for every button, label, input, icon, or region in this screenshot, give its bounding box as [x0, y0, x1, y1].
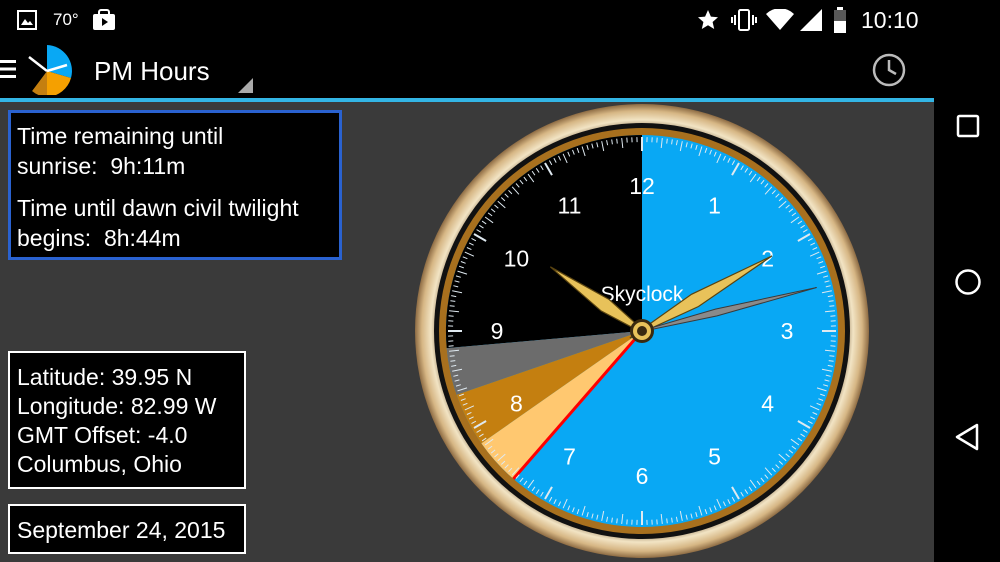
minute-tick: [616, 138, 618, 144]
minute-tick: [828, 360, 834, 362]
signal-icon: [800, 0, 822, 40]
hour-numeral: 11: [558, 192, 582, 218]
status-bar: 70° 10:10: [0, 0, 1000, 40]
status-time: 10:10: [861, 6, 919, 33]
home-icon[interactable]: [954, 268, 982, 301]
star-icon: [696, 0, 720, 40]
minute-tick: [671, 139, 673, 145]
hour-numeral: 12: [629, 173, 655, 199]
minute-tick: [666, 138, 668, 144]
skyclock-dial[interactable]: 121234567891011 Skyclock: [0, 102, 934, 562]
hour-numeral: 3: [781, 318, 794, 344]
clock-history-icon[interactable]: [872, 53, 906, 92]
hour-numeral: 8: [510, 391, 523, 417]
navigation-bar: [934, 40, 1000, 562]
content-area: Time remaining until sunrise: 9h:11m Tim…: [0, 102, 934, 562]
minute-tick: [828, 300, 834, 302]
minute-tick: [611, 517, 613, 523]
minute-tick: [666, 518, 668, 524]
back-icon[interactable]: [954, 423, 980, 456]
recents-icon[interactable]: [956, 114, 980, 143]
minute-tick: [829, 355, 835, 357]
hour-numeral: 9: [491, 318, 504, 344]
hour-numeral: 7: [563, 444, 576, 470]
hour-numeral: 4: [761, 391, 774, 417]
hour-numeral: 1: [708, 192, 721, 218]
hand-hub-center: [637, 326, 647, 336]
hour-numeral: 10: [504, 246, 530, 272]
minute-tick: [449, 355, 455, 357]
battery-icon: [833, 0, 847, 40]
hour-numeral: 5: [708, 444, 721, 470]
hour-numeral: 6: [636, 463, 649, 489]
minute-tick: [450, 300, 456, 302]
shopping-bag-icon: [92, 0, 116, 40]
minute-tick: [611, 139, 613, 145]
minute-tick: [671, 517, 673, 523]
dropdown-arrow-icon[interactable]: [236, 78, 254, 99]
gallery-icon: [17, 0, 37, 40]
vibrate-icon: [731, 0, 757, 40]
app-title[interactable]: PM Hours: [94, 56, 210, 87]
minute-tick: [616, 518, 618, 524]
app-logo-icon[interactable]: [22, 43, 72, 100]
wifi-icon: [766, 0, 794, 40]
action-bar: PM Hours: [0, 40, 934, 98]
menu-icon[interactable]: [0, 57, 18, 86]
minute-tick: [829, 305, 835, 307]
minute-tick: [449, 305, 455, 307]
minute-tick: [450, 360, 456, 362]
temperature-text: 70°: [53, 10, 79, 29]
